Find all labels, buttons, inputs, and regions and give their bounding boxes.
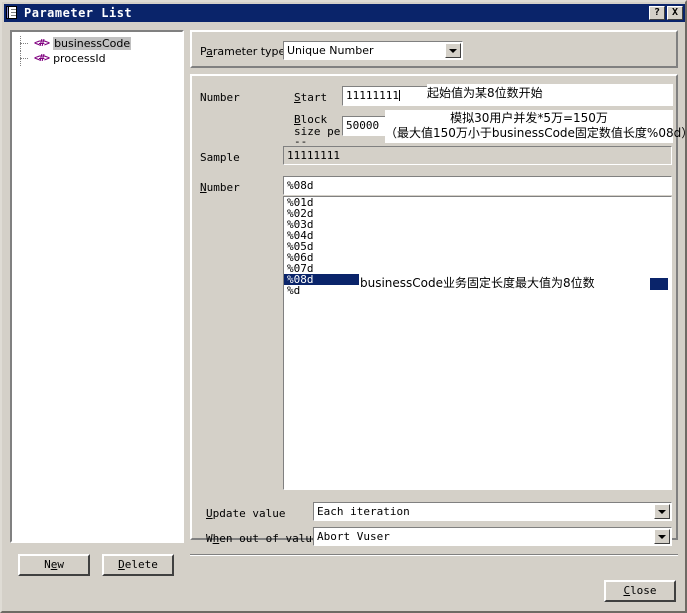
delete-button-mnemonic: D [118,558,125,571]
list-item[interactable]: %03d [284,219,671,230]
close-button[interactable]: Close [604,580,676,602]
sample-field: 11111111 [283,146,672,165]
text-caret [398,90,400,101]
delete-button-label-after: elete [124,558,158,571]
when-out-of-values-label: When out of values [206,533,325,545]
tree-item-businesscode[interactable]: <#> businessCode [12,36,182,51]
number-format-label: Number [200,182,240,194]
start-label: Start [294,92,327,104]
number-format-input[interactable]: %08d [283,176,672,195]
new-button-label-after: w [57,558,64,571]
tree-dash [20,58,28,60]
start-label-after: tart [300,91,328,104]
block-size-input-value: 50000 [346,119,380,132]
new-button-label-before: N [44,558,51,571]
list-item[interactable]: %07d [284,263,671,274]
parameter-list-icon [6,6,20,20]
number-format-list[interactable]: %01d %02d %03d %04d %05d %06d %07d %08d … [283,196,672,490]
update-value-selected: Each iteration [317,505,410,518]
parameter-icon: <#> [34,53,50,64]
block-annotation-line2: （最大值150万小于businessCode固定数值长度%08d） [385,126,687,140]
list-item[interactable]: %05d [284,241,671,252]
update-label-after: pdate value [212,507,286,520]
block-size-annotation: 模拟30用户并发*5万=150万 （最大值150万小于businessCode固… [385,110,687,143]
sample-label: Sample [200,151,240,164]
woov-label-before: W [206,532,213,545]
parameter-list-dialog: Parameter List ? X <#> businessCode <#> … [0,0,687,613]
update-label-mnemonic: U [206,507,213,520]
start-annotation: 起始值为某8位数开始 [427,84,673,106]
parameter-type-value: Unique Number [287,44,374,57]
parameter-tree[interactable]: <#> businessCode <#> processId [10,30,184,543]
update-value-label: Update value [206,508,285,520]
delete-button[interactable]: Delete [102,554,174,576]
ptype-label-mnemonic: a [206,45,213,58]
block-annotation-line1: 模拟30用户并发*5万=150万 [450,111,608,125]
footer-separator [190,554,678,556]
close-button-label-after: lose [630,584,657,597]
numfmt-label-mnemonic: N [200,181,207,194]
list-item[interactable]: %04d [284,230,671,241]
sample-value: 11111111 [287,149,340,162]
selection-highlight-continuation [650,278,668,290]
number-section-label: Number [200,91,240,104]
chevron-down-icon[interactable] [445,43,461,58]
update-value-combo[interactable]: Each iteration [313,502,672,521]
tree-dash [20,43,28,45]
woov-label-after: en out of values [219,532,326,545]
start-label-mnemonic: S [294,91,301,104]
help-button[interactable]: ? [649,6,665,20]
number-format-value: %08d [287,179,314,192]
chevron-down-icon[interactable] [654,504,670,519]
title-bar: Parameter List ? X [4,4,685,22]
chevron-down-icon[interactable] [654,529,670,544]
when-out-of-values-combo[interactable]: Abort Vuser [313,527,672,546]
list-item[interactable]: %02d [284,208,671,219]
tree-item-label: processId [53,52,106,65]
new-button[interactable]: New [18,554,90,576]
tree-item-processid[interactable]: <#> processId [12,51,182,66]
start-input-value: 11111111 [346,89,399,102]
window-title: Parameter List [24,6,133,20]
tree-item-label: businessCode [53,37,132,50]
ptype-label-after: rameter type: [212,45,290,58]
parameter-icon: <#> [34,38,50,49]
list-item[interactable]: %06d [284,252,671,263]
list-item[interactable]: %01d [284,197,671,208]
when-out-of-values-selected: Abort Vuser [317,530,390,543]
close-window-button[interactable]: X [667,6,683,20]
parameter-type-label: Parameter type: [200,45,289,58]
format-list-annotation: businessCode业务固定长度最大值为8位数 [360,276,656,291]
numfmt-label-after: umber [206,181,240,194]
parameter-type-combo[interactable]: Unique Number [283,41,463,60]
